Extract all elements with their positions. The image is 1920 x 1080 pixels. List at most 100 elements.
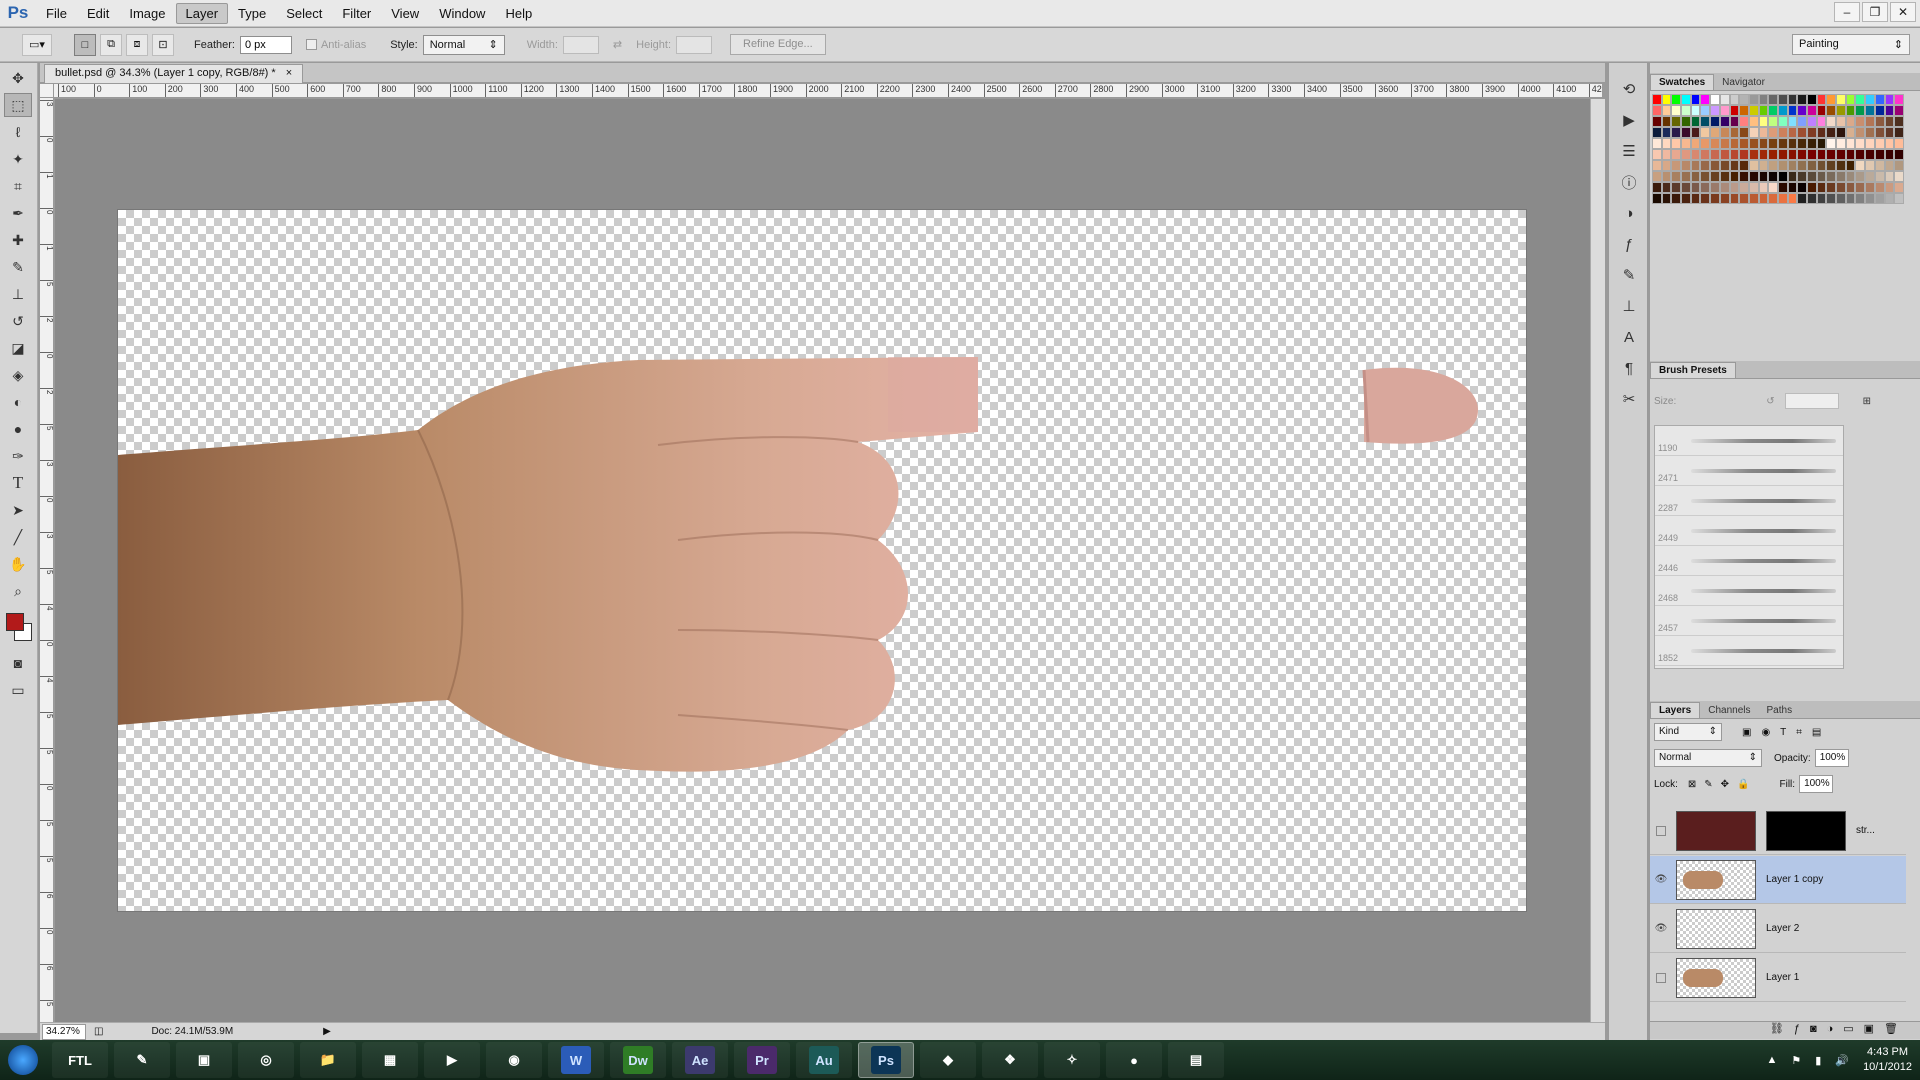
taskbar-app[interactable]: ◆ — [920, 1042, 976, 1078]
swatch[interactable] — [1826, 116, 1837, 127]
swatch[interactable] — [1807, 149, 1817, 160]
swatch[interactable] — [1652, 138, 1662, 149]
swatch[interactable] — [1845, 94, 1856, 105]
tray-arrow-icon[interactable]: ▲ — [1767, 1054, 1778, 1066]
refine-edge-button[interactable]: Refine Edge... — [730, 34, 826, 55]
swatch[interactable] — [1874, 193, 1885, 204]
swatch[interactable] — [1787, 127, 1798, 138]
swatch[interactable] — [1661, 105, 1672, 116]
swatch[interactable] — [1748, 182, 1759, 193]
swatch[interactable] — [1681, 116, 1691, 127]
layers-footer-icons[interactable]: ⛓ƒ◙◑▭▣🗑 — [1650, 1021, 1920, 1039]
swatch[interactable] — [1700, 94, 1711, 105]
menu-image[interactable]: Image — [119, 3, 175, 24]
swatch[interactable] — [1787, 94, 1798, 105]
swatch[interactable] — [1845, 193, 1856, 204]
swatch[interactable] — [1652, 149, 1662, 160]
swatch[interactable] — [1816, 182, 1827, 193]
menu-select[interactable]: Select — [276, 3, 332, 24]
swatch[interactable] — [1797, 105, 1807, 116]
swatch[interactable] — [1787, 160, 1798, 171]
fill-value[interactable]: 100% — [1799, 775, 1834, 793]
swatch[interactable] — [1710, 138, 1720, 149]
width-input[interactable] — [562, 35, 599, 54]
volume-icon[interactable]: 🔊 — [1835, 1054, 1849, 1067]
swatch[interactable] — [1719, 149, 1730, 160]
swatch[interactable] — [1758, 127, 1769, 138]
swatch[interactable] — [1855, 149, 1866, 160]
swatch[interactable] — [1768, 160, 1778, 171]
swatch[interactable] — [1700, 127, 1711, 138]
color-icon[interactable]: ◑ — [1615, 201, 1643, 225]
taskbar-app[interactable]: FTL — [52, 1042, 108, 1078]
canvas-area[interactable] — [55, 99, 1590, 1022]
lasso-tool-icon[interactable]: ℓ — [4, 120, 32, 144]
clock[interactable]: 4:43 PM 10/1/2012 — [1863, 1045, 1912, 1075]
opacity-value[interactable]: 100% — [1814, 749, 1849, 767]
swatch[interactable] — [1826, 193, 1837, 204]
swatch[interactable] — [1671, 116, 1682, 127]
swatch[interactable] — [1855, 127, 1866, 138]
swatch[interactable] — [1787, 138, 1798, 149]
paint-bucket-icon[interactable]: ◈ — [4, 363, 32, 387]
zoom-level[interactable]: 34.27% — [42, 1023, 86, 1040]
swatch[interactable] — [1729, 127, 1740, 138]
filter-icons[interactable]: ▣◉T⌗▤ — [1742, 727, 1831, 738]
brush-preset[interactable]: 2468 — [1655, 576, 1843, 606]
swatch[interactable] — [1855, 116, 1866, 127]
swatch[interactable] — [1768, 116, 1778, 127]
taskbar-app[interactable]: ✧ — [1044, 1042, 1100, 1078]
swatch[interactable] — [1739, 105, 1749, 116]
crop-tool-icon[interactable]: ⌗ — [4, 174, 32, 198]
zoom-tool-icon[interactable]: ⌕ — [4, 579, 32, 603]
swatch[interactable] — [1690, 94, 1701, 105]
reset-icon[interactable]: ↺ — [1766, 396, 1774, 407]
layer-row[interactable]: 👁 Layer 1 copy — [1650, 856, 1906, 904]
swatch[interactable] — [1845, 149, 1856, 160]
swatch[interactable] — [1836, 193, 1846, 204]
flag-icon[interactable]: ⚑ — [1791, 1054, 1801, 1067]
swatch[interactable] — [1816, 160, 1827, 171]
swatch[interactable] — [1710, 182, 1720, 193]
swatch[interactable] — [1826, 149, 1837, 160]
foreground-color[interactable] — [6, 613, 24, 631]
swatch[interactable] — [1874, 127, 1885, 138]
menu-layer[interactable]: Layer — [175, 2, 229, 24]
swatch[interactable] — [1671, 94, 1682, 105]
swatch[interactable] — [1826, 182, 1837, 193]
swatch[interactable] — [1690, 105, 1701, 116]
swatch[interactable] — [1874, 149, 1885, 160]
swatch[interactable] — [1865, 160, 1875, 171]
taskbar-app[interactable]: ▦ — [362, 1042, 418, 1078]
swatch[interactable] — [1865, 116, 1875, 127]
swatch[interactable] — [1874, 138, 1885, 149]
brush-preset[interactable]: 2449 — [1655, 516, 1843, 546]
swatch[interactable] — [1826, 138, 1837, 149]
restore-button[interactable]: ❐ — [1862, 2, 1888, 22]
swatch[interactable] — [1894, 105, 1904, 116]
swatch[interactable] — [1874, 182, 1885, 193]
swatch[interactable] — [1739, 182, 1749, 193]
brush-preset[interactable]: 2457 — [1655, 606, 1843, 636]
menu-window[interactable]: Window — [429, 3, 495, 24]
swatch[interactable] — [1874, 94, 1885, 105]
taskbar-app[interactable]: Au — [796, 1042, 852, 1078]
swatch[interactable] — [1690, 171, 1701, 182]
swatch[interactable] — [1797, 138, 1807, 149]
swatch[interactable] — [1681, 160, 1691, 171]
swatch[interactable] — [1652, 127, 1662, 138]
color-swatches[interactable] — [4, 607, 33, 647]
swatch[interactable] — [1710, 149, 1720, 160]
line-tool-icon[interactable]: ╱ — [4, 525, 32, 549]
properties-icon[interactable]: ☰ — [1615, 139, 1643, 163]
swatch[interactable] — [1661, 138, 1672, 149]
swatch[interactable] — [1739, 160, 1749, 171]
brush-preset[interactable]: 2471 — [1655, 456, 1843, 486]
swatch[interactable] — [1748, 127, 1759, 138]
swatch[interactable] — [1836, 94, 1846, 105]
swatch[interactable] — [1719, 105, 1730, 116]
swatch[interactable] — [1661, 160, 1672, 171]
quick-mask-icon[interactable]: ◙ — [4, 651, 32, 675]
swatch[interactable] — [1671, 149, 1682, 160]
swatch[interactable] — [1894, 138, 1904, 149]
